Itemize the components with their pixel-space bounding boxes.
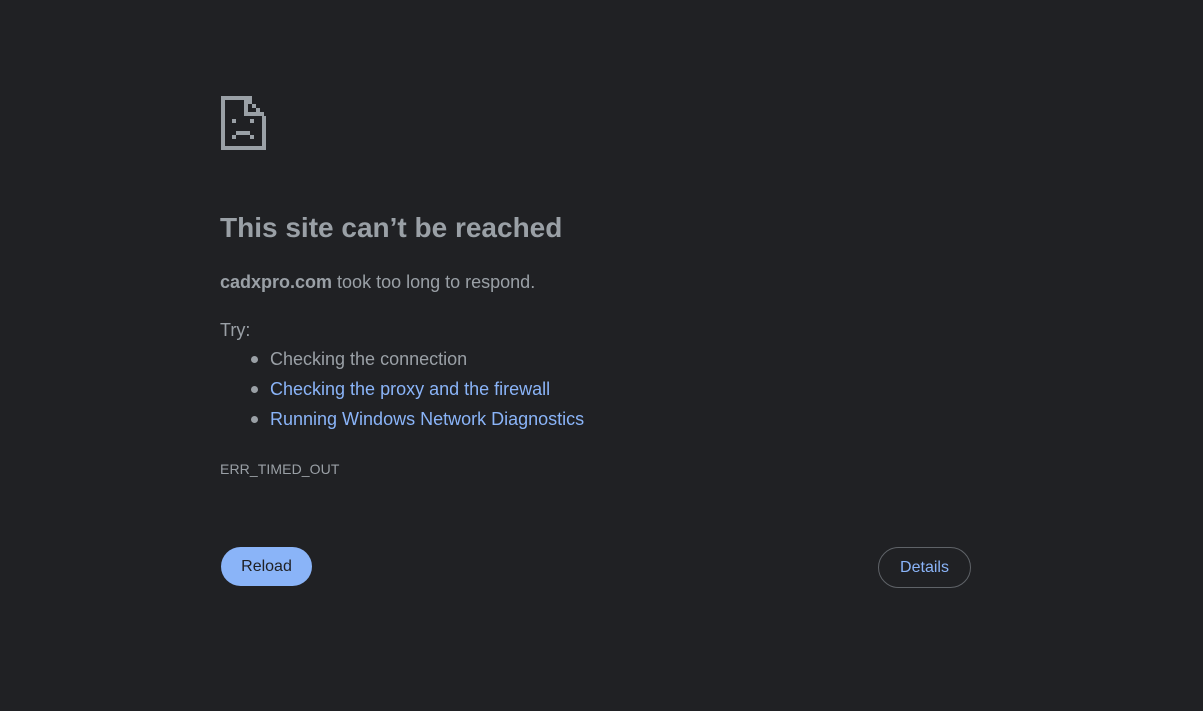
sad-page-icon [221,96,266,150]
error-summary: cadxpro.com took too long to respond. [220,270,535,294]
list-item: Checking the proxy and the firewall [246,376,584,406]
details-button[interactable]: Details [878,547,971,588]
bullet-icon [251,356,258,363]
suggestion-check-connection: Checking the connection [270,349,468,369]
error-host: cadxpro.com [220,272,333,292]
suggestion-network-diagnostics-link[interactable]: Running Windows Network Diagnostics [270,409,584,429]
suggestion-proxy-firewall-link[interactable]: Checking the proxy and the firewall [270,379,550,399]
page-title: This site can’t be reached [220,212,563,243]
error-message: took too long to respond. [332,272,536,292]
bullet-icon [251,386,258,393]
error-code: ERR_TIMED_OUT [220,461,340,477]
list-item: Checking the connection [246,346,584,376]
error-page: This site can’t be reached cadxpro.com t… [0,0,1203,711]
try-label: Try: [220,320,251,340]
list-item: Running Windows Network Diagnostics [246,406,584,436]
suggestions-list: Checking the connection Checking the pro… [246,346,584,436]
reload-button[interactable]: Reload [221,547,312,586]
bullet-icon [251,416,258,423]
